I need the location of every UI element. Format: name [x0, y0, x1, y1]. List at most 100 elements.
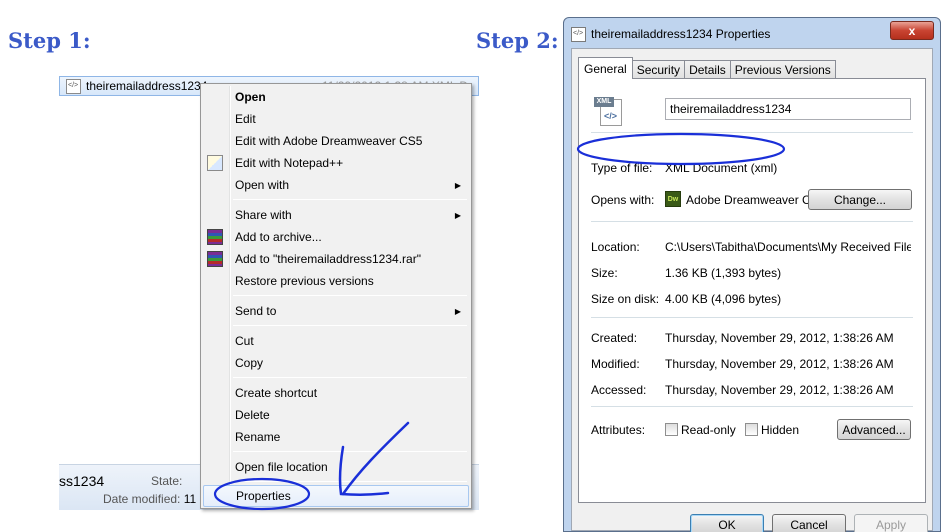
submenu-arrow-icon: ▶ — [454, 306, 461, 316]
menu-item-edit[interactable]: Edit — [203, 108, 469, 130]
menu-item-label: Open file location — [235, 460, 328, 474]
menu-separator — [233, 377, 467, 378]
menu-item-share-with[interactable]: Share with ▶ — [203, 204, 469, 226]
close-button[interactable]: x — [890, 21, 934, 40]
menu-item-add-to-rar[interactable]: Add to "theiremailaddress1234.rar" — [203, 248, 469, 270]
menu-item-edit-notepad[interactable]: Edit with Notepad++ — [203, 152, 469, 174]
menu-item-open-with[interactable]: Open with ▶ — [203, 174, 469, 196]
tab-security[interactable]: Security — [631, 60, 686, 79]
tab-general[interactable]: General — [578, 57, 633, 79]
size-on-disk-label: Size on disk: — [591, 292, 660, 306]
menu-item-label: Add to archive... — [235, 230, 322, 244]
menu-item-label: Share with — [235, 208, 292, 222]
menu-item-label: Edit with Notepad++ — [235, 156, 344, 170]
menu-item-restore-versions[interactable]: Restore previous versions — [203, 270, 469, 292]
menu-item-label: Cut — [235, 334, 254, 348]
step-1-label: Step 1: — [8, 28, 91, 53]
tab-strip: General Security Details Previous Versio… — [578, 57, 836, 79]
submenu-arrow-icon: ▶ — [454, 210, 461, 220]
menu-separator — [233, 199, 467, 200]
modified-value: Thursday, November 29, 2012, 1:38:26 AM — [665, 357, 894, 371]
tab-details[interactable]: Details — [684, 60, 731, 79]
size-value: 1.36 KB (1,393 bytes) — [665, 266, 782, 280]
type-of-file-value: XML Document (xml) — [665, 161, 778, 175]
menu-item-label: Copy — [235, 356, 264, 370]
notepad-plus-plus-icon — [207, 155, 223, 171]
menu-item-send-to[interactable]: Send to ▶ — [203, 300, 469, 322]
menu-item-label: Edit with Adobe Dreamweaver CS5 — [235, 134, 423, 148]
menu-separator — [233, 295, 467, 296]
size-on-disk-value: 4.00 KB (4,096 bytes) — [665, 292, 782, 306]
dialog-titlebar[interactable]: theiremailaddress1234 Properties x — [564, 18, 940, 48]
menu-separator — [233, 481, 467, 482]
details-file-name: ss1234 — [59, 473, 105, 489]
advanced-button[interactable]: Advanced... — [837, 419, 911, 440]
change-button[interactable]: Change... — [808, 189, 912, 210]
menu-item-label: Properties — [236, 489, 291, 503]
step-2-label: Step 2: — [476, 28, 559, 53]
ok-button[interactable]: OK — [690, 514, 764, 532]
xml-document-icon: XML — [594, 97, 624, 127]
menu-item-create-shortcut[interactable]: Create shortcut — [203, 382, 469, 404]
winrar-icon — [207, 229, 223, 245]
details-date-modified-value: 11 — [183, 492, 197, 506]
explorer-file-name: theiremailaddress1234 — [86, 79, 208, 93]
xml-badge: XML — [594, 97, 614, 107]
dialog-body: General Security Details Previous Versio… — [571, 48, 933, 532]
details-date-modified: Date modified: 11 — [103, 492, 196, 506]
apply-button[interactable]: Apply — [854, 514, 928, 532]
created-label: Created: — [591, 331, 638, 345]
dialog-title: theiremailaddress1234 Properties — [591, 27, 771, 41]
menu-item-label: Send to — [235, 304, 277, 318]
read-only-label: Read-only — [681, 423, 736, 437]
file-name-input[interactable] — [665, 98, 911, 120]
menu-separator — [233, 325, 467, 326]
xml-file-icon — [571, 27, 586, 42]
opens-with-label: Opens with: — [591, 193, 655, 207]
menu-item-cut[interactable]: Cut — [203, 330, 469, 352]
menu-item-label: Restore previous versions — [235, 274, 374, 288]
details-date-modified-label: Date modified: — [103, 492, 181, 506]
menu-item-label: Add to "theiremailaddress1234.rar" — [235, 252, 421, 266]
xml-file-icon — [66, 78, 81, 94]
attributes-label: Attributes: — [591, 423, 646, 437]
location-value: C:\Users\Tabitha\Documents\My Received F… — [665, 240, 911, 254]
accessed-value: Thursday, November 29, 2012, 1:38:26 AM — [665, 383, 894, 397]
opens-with-value: Adobe Dreamweaver C — [686, 193, 811, 207]
separator — [591, 132, 913, 133]
menu-item-label: Open — [235, 90, 266, 104]
context-menu: Open Edit Edit with Adobe Dreamweaver CS… — [200, 83, 472, 509]
details-state-label: State: — [151, 474, 183, 488]
menu-item-open[interactable]: Open — [203, 86, 469, 108]
dreamweaver-icon: Dw — [665, 191, 681, 207]
separator — [591, 406, 913, 407]
properties-dialog: theiremailaddress1234 Properties x Gener… — [563, 17, 941, 532]
cancel-button[interactable]: Cancel — [772, 514, 846, 532]
hidden-label: Hidden — [761, 423, 800, 437]
menu-item-edit-dreamweaver[interactable]: Edit with Adobe Dreamweaver CS5 — [203, 130, 469, 152]
general-tab-panel: XML Type of file: XML Document (xml) Ope… — [578, 78, 926, 503]
menu-item-rename[interactable]: Rename — [203, 426, 469, 448]
separator — [591, 221, 913, 222]
menu-separator — [233, 451, 467, 452]
menu-item-delete[interactable]: Delete — [203, 404, 469, 426]
menu-item-label: Create shortcut — [235, 386, 318, 400]
winrar-icon — [207, 251, 223, 267]
read-only-checkbox[interactable] — [665, 423, 678, 436]
modified-label: Modified: — [591, 357, 640, 371]
size-label: Size: — [591, 266, 618, 280]
menu-item-label: Edit — [235, 112, 256, 126]
menu-item-copy[interactable]: Copy — [203, 352, 469, 374]
tab-previous-versions[interactable]: Previous Versions — [729, 60, 836, 79]
menu-item-label: Rename — [235, 430, 281, 444]
menu-item-label: Delete — [235, 408, 270, 422]
menu-item-properties[interactable]: Properties — [203, 485, 469, 507]
menu-item-add-to-archive[interactable]: Add to archive... — [203, 226, 469, 248]
menu-item-open-file-location[interactable]: Open file location — [203, 456, 469, 478]
hidden-checkbox[interactable] — [745, 423, 758, 436]
type-of-file-label: Type of file: — [591, 161, 653, 175]
accessed-label: Accessed: — [591, 383, 647, 397]
location-label: Location: — [591, 240, 640, 254]
submenu-arrow-icon: ▶ — [454, 180, 461, 190]
separator — [591, 317, 913, 318]
